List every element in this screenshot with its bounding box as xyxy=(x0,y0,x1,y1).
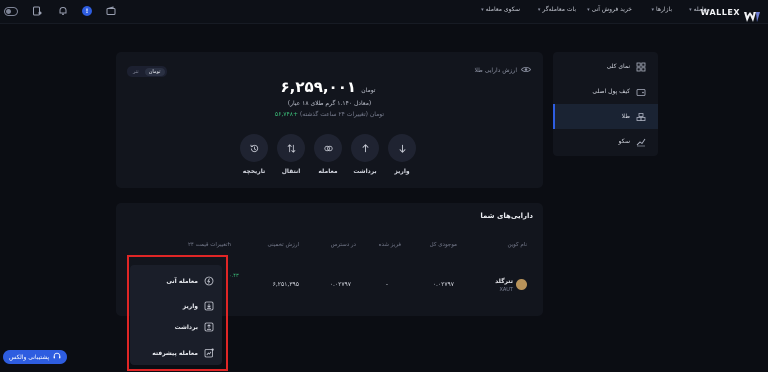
sidebar-item-platform[interactable]: سکو xyxy=(553,129,658,154)
nav-bot-label: بات معامله‌گر xyxy=(542,6,576,13)
gold-bars-icon xyxy=(636,112,646,122)
eye-icon[interactable] xyxy=(521,66,531,75)
sidebar-item-label: نمای کلی xyxy=(606,63,630,70)
change-value: +۵۶,۷۴۸ xyxy=(274,111,298,118)
trade-action[interactable]: معامله xyxy=(310,134,346,175)
sidebar-item-overview[interactable]: نمای کلی xyxy=(553,54,658,79)
transfer-icon xyxy=(277,134,305,162)
coin-name: تترگلد xyxy=(495,278,513,285)
history-action[interactable]: تاریخچه xyxy=(236,134,272,175)
deposit-action[interactable]: واریز xyxy=(384,134,420,175)
gold-balance: تومان ۶,۲۵۹,۰۰۱ xyxy=(116,78,543,96)
balance-value: ۶,۲۵۹,۰۰۱ xyxy=(280,78,357,96)
chevron-down-icon: ▾ xyxy=(651,6,655,13)
cell-frozen: - xyxy=(385,281,388,288)
nav-trading-platform[interactable]: سکوی معامله ▾ xyxy=(481,6,520,13)
wallet-sidebar: نمای کلی کیف پول اصلی طلا سکو xyxy=(553,52,658,156)
action-label: برداشت xyxy=(353,168,377,175)
sidebar-item-gold[interactable]: طلا xyxy=(553,104,658,129)
action-label: تاریخچه xyxy=(242,168,266,175)
unit-option-toman[interactable]: تومان xyxy=(144,67,165,76)
gold-value-header: ارزش دارایی طلا xyxy=(474,66,531,75)
transfer-action[interactable]: انتقال xyxy=(273,134,309,175)
notification-badge[interactable]: ! xyxy=(82,6,92,16)
unit-option-tether[interactable]: تتر xyxy=(129,68,143,76)
column-header-estimated-value: ارزش تخمینی xyxy=(267,242,299,248)
gold-equivalent: (معادل ۱.۱۴۰ گرم طلای ۱۸ عیار) xyxy=(287,100,372,107)
nav-markets[interactable]: بازارها ▾ xyxy=(652,6,672,13)
nav-trade[interactable]: معامله ▾ xyxy=(689,6,710,13)
arrow-down-icon xyxy=(388,134,416,162)
nav-markets-label: بازارها xyxy=(656,6,672,13)
column-header-coin: نام کوین xyxy=(507,242,527,248)
exchange-icon xyxy=(314,134,342,162)
top-navigation-bar: WALLEX معامله ▾ بازارها ▾ خرید فروش آنی ▾ ب… xyxy=(0,0,768,24)
notification-bell-icon[interactable] xyxy=(56,4,70,18)
cell-total: ۰.۰۲۷۹۷ xyxy=(432,281,454,288)
nav-platform-label: سکوی معامله xyxy=(485,6,520,13)
nav-trading-bot[interactable]: بات معامله‌گر ▾ xyxy=(538,6,576,13)
support-label: پشتیبانی والکس xyxy=(9,353,50,361)
cell-price-change: ۰.۴۳ xyxy=(229,273,239,279)
sidebar-item-main-wallet[interactable]: کیف پول اصلی xyxy=(553,79,658,104)
gold-balance-card: ارزش دارایی طلا تتر تومان تومان ۶,۲۵۹,۰۰… xyxy=(116,52,543,188)
chevron-down-icon: ▾ xyxy=(689,6,692,13)
support-button[interactable]: پشتیبانی والکس xyxy=(3,350,68,364)
column-header-frozen: فریز شده xyxy=(378,242,401,248)
unit-toggle: تتر تومان xyxy=(127,66,167,77)
sidebar-item-label: سکو xyxy=(618,138,630,145)
action-label: معامله xyxy=(318,168,338,175)
tether-gold-coin-icon xyxy=(516,279,527,290)
nav-instant-label: خرید فروش آنی xyxy=(591,6,632,13)
cell-estimated-value: ۶,۲۵۱,۳۹۵ xyxy=(272,281,299,288)
withdraw-action[interactable]: برداشت xyxy=(347,134,383,175)
theme-toggle[interactable] xyxy=(4,4,18,18)
balance-unit: تومان xyxy=(361,87,376,94)
logo-mark-icon xyxy=(744,7,760,22)
chevron-down-icon: ▾ xyxy=(481,6,484,13)
action-label: انتقال xyxy=(281,168,301,175)
headset-icon xyxy=(53,352,61,362)
nav-trade-label: معامله xyxy=(693,6,710,13)
column-header-available: در دسترس xyxy=(330,242,356,248)
column-header-price-change: تغییرات قیمت ۲۴h xyxy=(187,242,231,248)
sidebar-item-label: کیف پول اصلی xyxy=(592,88,630,95)
wallet-icon xyxy=(636,87,646,97)
wallet-sync-icon[interactable] xyxy=(30,4,44,18)
toggle-switch-icon xyxy=(4,6,18,16)
history-icon xyxy=(240,134,268,162)
top-left-tools: ! xyxy=(4,4,118,18)
chart-icon xyxy=(636,137,646,147)
arrow-up-icon xyxy=(351,134,379,162)
grid-icon xyxy=(636,62,646,72)
cell-available: ۰.۰۲۷۹۷ xyxy=(329,281,351,288)
change-text: تومان (تغییرات ۲۴ ساعت گذشته) xyxy=(299,111,385,118)
highlight-annotation-box xyxy=(127,255,228,371)
column-header-total: موجودی کل xyxy=(429,242,457,248)
assets-title: دارایی‌های شما xyxy=(480,212,533,220)
chevron-down-icon: ▾ xyxy=(587,6,590,13)
coin-symbol: XAUT xyxy=(499,287,513,293)
nav-instant-buy-sell[interactable]: خرید فروش آنی ▾ xyxy=(587,6,632,13)
sidebar-item-label: طلا xyxy=(621,113,630,120)
gold-actions: واریز برداشت معامله انتقال تاریخچه xyxy=(116,134,543,182)
action-label: واریز xyxy=(394,168,410,175)
daily-change: تومان (تغییرات ۲۴ ساعت گذشته) +۵۶,۷۴۸ xyxy=(116,111,543,118)
gold-value-label: ارزش دارایی طلا xyxy=(474,67,517,74)
chevron-down-icon: ▾ xyxy=(537,6,541,13)
wallet-icon[interactable] xyxy=(104,4,118,18)
